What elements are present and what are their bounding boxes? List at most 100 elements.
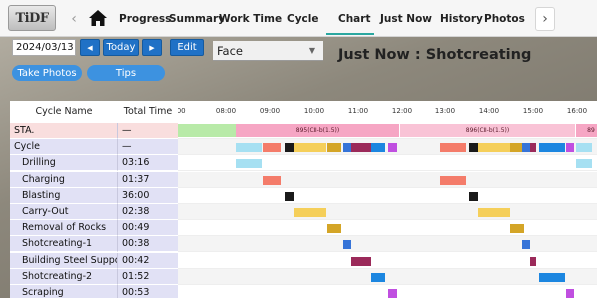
activity-bar[interactable] <box>343 240 351 250</box>
cycle-summary-bar[interactable] <box>236 143 262 153</box>
activity-bar[interactable] <box>469 191 478 201</box>
gantt-row[interactable]: Shotcreating-1 00:38 <box>10 236 597 253</box>
cycle-summary-bar[interactable] <box>388 143 397 153</box>
face-select[interactable]: Face ▼ <box>213 41 323 61</box>
activity-bar[interactable] <box>285 191 294 201</box>
time-tick-label: 15:00 <box>522 107 544 115</box>
cycle-summary-bar[interactable] <box>343 143 351 153</box>
activity-bar[interactable] <box>371 272 385 282</box>
activity-bar[interactable] <box>327 224 341 234</box>
activity-bar[interactable] <box>351 256 371 266</box>
cycle-name-cell: Building Steel Support <box>10 252 118 269</box>
sta-segment[interactable]: 896(CⅡ-b(1.5)) <box>400 124 575 137</box>
activity-bar[interactable] <box>539 272 565 282</box>
total-time-cell: 00:38 <box>118 236 178 253</box>
cycle-name-cell: Removal of Rocks <box>10 220 118 237</box>
time-tick-label: 13:00 <box>434 107 456 115</box>
time-tick-label: 09:00 <box>259 107 281 115</box>
date-input[interactable]: 2024/03/13 <box>12 39 76 56</box>
cycle-summary-bar[interactable] <box>469 143 478 153</box>
cycle-summary-bar[interactable] <box>530 143 536 153</box>
cycle-summary-bar[interactable] <box>539 143 565 153</box>
nav-item-progress[interactable]: Progress <box>119 13 171 25</box>
gantt-row[interactable]: Carry-Out 02:38 <box>10 204 597 220</box>
timeline-track <box>178 236 597 253</box>
edit-button[interactable]: Edit <box>170 39 204 56</box>
activity-bar[interactable] <box>566 289 574 298</box>
activity-bar[interactable] <box>263 175 281 185</box>
time-tick-label: 16:00 <box>566 107 588 115</box>
activity-bar[interactable] <box>530 256 536 266</box>
gantt-row[interactable]: Building Steel Support 00:42 <box>10 252 597 269</box>
total-time-cell: 00:49 <box>118 220 178 237</box>
nav-scroll-right-icon[interactable]: › <box>535 7 555 31</box>
tips-button[interactable]: Tips <box>87 65 165 81</box>
gantt-row[interactable]: STA. —895(CⅡ-b(1.5)) 896(CⅡ-b(1.5)) 89 <box>10 123 597 139</box>
cycle-summary-bar[interactable] <box>351 143 371 153</box>
home-icon[interactable] <box>88 9 108 27</box>
nav-scroll-left-icon[interactable]: ‹ <box>64 7 84 31</box>
time-tick-label: 08:00 <box>215 107 237 115</box>
total-time-cell: 36:00 <box>118 187 178 204</box>
time-tick-label: 10:00 <box>303 107 325 115</box>
activity-bar[interactable] <box>440 175 466 185</box>
activity-bar[interactable] <box>294 208 326 217</box>
cycle-name-cell: Blasting <box>10 187 118 204</box>
take-photos-button[interactable]: Take Photos <box>12 65 82 81</box>
cycle-summary-bar[interactable] <box>478 143 510 153</box>
cycle-summary-bar[interactable] <box>371 143 385 153</box>
gantt-row[interactable]: Charging 01:37 <box>10 171 597 188</box>
timeline-track <box>178 220 597 237</box>
cycle-summary-bar[interactable] <box>576 143 592 153</box>
gantt-row[interactable]: Scraping 00:53 <box>10 285 597 298</box>
total-time-cell: 01:37 <box>118 171 178 188</box>
prev-day-button[interactable]: ◀ <box>80 39 100 56</box>
time-tick-label: :00 <box>178 107 186 115</box>
today-button[interactable]: Today <box>103 39 139 56</box>
total-time-cell: — <box>118 123 178 139</box>
activity-bar[interactable] <box>576 159 592 169</box>
cycle-summary-bar[interactable] <box>263 143 281 153</box>
activity-bar[interactable] <box>388 289 397 298</box>
timeline-track <box>178 139 597 156</box>
activity-bar[interactable] <box>510 224 524 234</box>
nav-item-history[interactable]: History <box>440 13 483 25</box>
cycle-summary-bar[interactable] <box>566 143 574 153</box>
gantt-row[interactable]: Shotcreating-2 01:52 <box>10 268 597 285</box>
sta-segment[interactable]: 895(CⅡ-b(1.5)) <box>236 124 399 137</box>
cycle-summary-bar[interactable] <box>294 143 326 153</box>
cycle-name-cell: Shotcreating-2 <box>10 268 118 285</box>
next-day-button[interactable]: ▶ <box>142 39 162 56</box>
activity-bar[interactable] <box>522 240 530 250</box>
cycle-summary-bar[interactable] <box>327 143 341 153</box>
nav-item-work-time[interactable]: Work Time <box>219 13 282 25</box>
timeline-track <box>178 285 597 298</box>
column-header-total-time: Total Time <box>123 105 173 117</box>
gantt-row[interactable]: Drilling 03:16 <box>10 155 597 172</box>
cycle-name-cell: Cycle <box>10 139 118 156</box>
sta-segment[interactable] <box>178 124 236 137</box>
timeline-track <box>178 253 597 269</box>
timeline-track <box>178 155 597 172</box>
gantt-row[interactable]: Cycle — <box>10 139 597 156</box>
timeline-track <box>178 188 597 204</box>
chevron-right-icon: ▶ <box>149 43 155 52</box>
timeline-track <box>178 171 597 188</box>
nav-item-photos[interactable]: Photos <box>484 13 525 25</box>
gantt-row[interactable]: Removal of Rocks 00:49 <box>10 220 597 237</box>
cycle-summary-bar[interactable] <box>522 143 530 153</box>
nav-item-chart[interactable]: Chart <box>338 13 370 25</box>
nav-item-summary[interactable]: Summary <box>169 13 225 25</box>
gantt-chart: Cycle Name Total Time :00 08:00 09:00 10:00… <box>10 101 597 298</box>
chevron-down-icon: ▼ <box>308 46 315 55</box>
cycle-summary-bar[interactable] <box>440 143 466 153</box>
cycle-summary-bar[interactable] <box>285 143 294 153</box>
app-logo[interactable]: TiDF <box>8 5 56 31</box>
sta-segment[interactable]: 89 <box>576 124 597 137</box>
nav-item-cycle[interactable]: Cycle <box>287 13 319 25</box>
nav-item-just-now[interactable]: Just Now <box>380 13 432 25</box>
cycle-name-cell: Shotcreating-1 <box>10 236 118 253</box>
activity-bar[interactable] <box>478 208 510 217</box>
gantt-row[interactable]: Blasting 36:00 <box>10 187 597 204</box>
activity-bar[interactable] <box>236 159 262 169</box>
